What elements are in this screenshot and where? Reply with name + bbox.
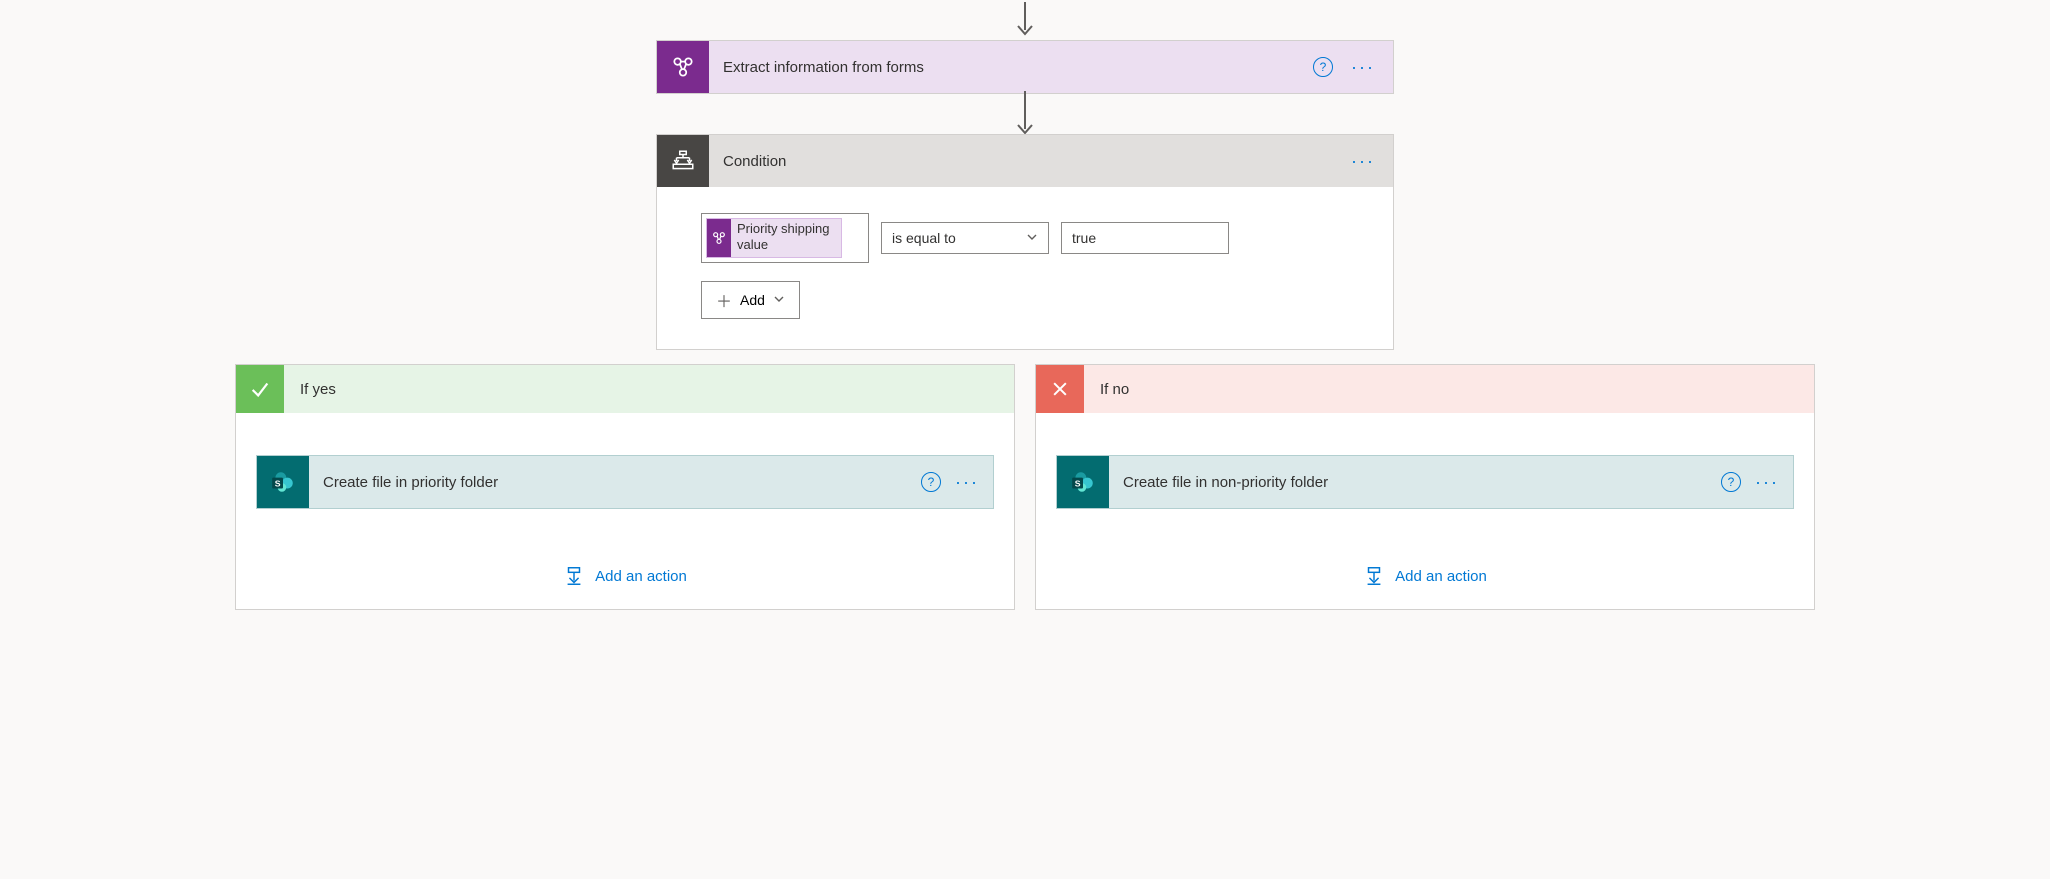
add-action-button[interactable]: Add an action [1056,565,1794,587]
condition-branches: If yes S Create file in priority folder [0,364,2050,610]
more-menu-icon[interactable]: ··· [1347,151,1379,172]
chevron-down-icon [773,292,785,308]
add-action-icon [563,565,585,587]
checkmark-icon [236,365,284,413]
if-yes-label: If yes [284,381,336,398]
condition-icon [657,135,709,187]
condition-value-input[interactable]: true [1061,222,1229,254]
ai-builder-icon [707,219,731,257]
more-menu-icon[interactable]: ··· [1347,57,1379,78]
no-action-title: Create file in non-priority folder [1123,474,1707,491]
flow-arrow [1016,0,1034,40]
extract-card-header[interactable]: Extract information from forms ? ··· [657,41,1393,93]
pill-label: Priority shipping value [731,219,841,257]
add-action-label: Add an action [595,568,687,585]
yes-action-header[interactable]: S Create file in priority folder ? ··· [257,456,993,508]
add-button-label: Add [740,292,765,308]
svg-text:S: S [275,478,281,488]
help-icon[interactable]: ? [1313,57,1333,77]
if-yes-header: If yes [236,365,1014,413]
extract-card-title: Extract information from forms [723,59,1299,76]
flow-arrow [1016,94,1034,134]
yes-action-card: S Create file in priority folder ? ··· [256,455,994,509]
more-menu-icon[interactable]: ··· [955,472,979,493]
yes-action-title: Create file in priority folder [323,474,907,491]
if-no-header: If no [1036,365,1814,413]
if-no-label: If no [1084,381,1129,398]
sharepoint-icon: S [257,456,309,508]
sharepoint-icon: S [1057,456,1109,508]
condition-row: Priority shipping value is equal to true [701,213,1349,263]
ai-builder-icon [657,41,709,93]
plus-icon: ＋ [716,288,732,312]
help-icon[interactable]: ? [1721,472,1741,492]
svg-text:S: S [1075,478,1081,488]
chevron-down-icon [1026,230,1038,246]
close-icon [1036,365,1084,413]
if-yes-branch: If yes S Create file in priority folder [235,364,1015,610]
condition-card: Condition ··· Priority shipping valu [656,134,1394,350]
add-condition-button[interactable]: ＋ Add [701,281,800,319]
if-no-branch: If no S Create file in non-priority fold… [1035,364,1815,610]
operator-value: is equal to [892,230,956,246]
more-menu-icon[interactable]: ··· [1755,472,1779,493]
condition-value: true [1072,230,1096,246]
condition-card-header[interactable]: Condition ··· [657,135,1393,187]
help-icon[interactable]: ? [921,472,941,492]
condition-body: Priority shipping value is equal to true… [657,187,1393,349]
condition-left-operand[interactable]: Priority shipping value [701,213,869,263]
no-action-card: S Create file in non-priority folder ? ·… [1056,455,1794,509]
add-action-icon [1363,565,1385,587]
condition-card-title: Condition [723,153,1333,170]
extract-card: Extract information from forms ? ··· [656,40,1394,94]
dynamic-content-pill[interactable]: Priority shipping value [706,218,842,258]
add-action-button[interactable]: Add an action [256,565,994,587]
no-action-header[interactable]: S Create file in non-priority folder ? ·… [1057,456,1793,508]
add-action-label: Add an action [1395,568,1487,585]
condition-operator-select[interactable]: is equal to [881,222,1049,254]
